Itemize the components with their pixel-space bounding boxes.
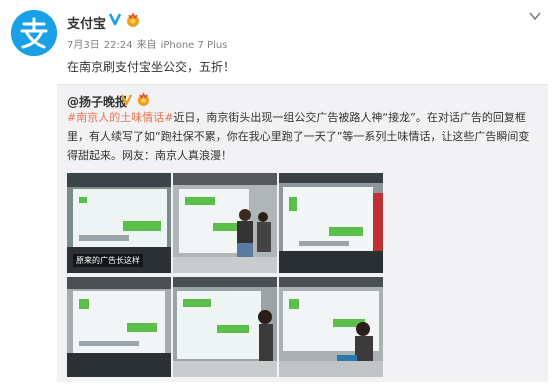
- bus-stop-ad-image: [67, 277, 171, 377]
- verified-v-icon: [108, 13, 122, 26]
- photo-caption: 原来的广告长这样: [73, 254, 143, 267]
- post-device: iPhone 7 Plus: [160, 40, 228, 51]
- photo-grid: 原来的广告长这样: [67, 173, 387, 377]
- photo-thumbnail[interactable]: 原来的广告长这样: [67, 173, 171, 273]
- post-time[interactable]: 22:24: [104, 40, 133, 51]
- photo-thumbnail[interactable]: [67, 277, 171, 377]
- repost-text-line: 里，有人续写了如“跑社保不累，你在我心里跑了一天了”等一系列土味情话，让这些广告…: [67, 130, 530, 143]
- source-prefix: 来自: [136, 40, 157, 51]
- repost-card[interactable]: @扬子晚报 #南京人的土味情话#近日，南京街头出现一组公交广告被路人神“接龙”。…: [57, 84, 548, 382]
- repost-text-line: 得甜起来。网友：南京人真浪漫！: [67, 149, 232, 162]
- weibo-post: 支付宝 7月3日 22:24 来自 iPhone 7 Plus 在南京刷支付宝坐公交，…: [0, 0, 556, 386]
- post-meta: 7月3日 22:24 来自 iPhone 7 Plus: [67, 36, 231, 51]
- repost-text-line: 近日，南京街头出现一组公交广告被路人神“接龙”。在对话广告的回复框: [173, 111, 526, 124]
- account-name[interactable]: 支付宝: [67, 13, 106, 32]
- hashtag-link[interactable]: #南京人的土味情话#: [67, 111, 173, 124]
- photo-thumbnail[interactable]: [173, 277, 277, 377]
- post-text: 在南京刷支付宝坐公交，五折！: [67, 60, 236, 74]
- bus-stop-ad-image: [279, 173, 383, 273]
- post-date[interactable]: 7月3日: [67, 40, 100, 51]
- photo-thumbnail[interactable]: [173, 173, 277, 273]
- verified-v-icon: [120, 94, 133, 106]
- fan-medal-icon[interactable]: [136, 92, 151, 107]
- photo-thumbnail[interactable]: [279, 277, 383, 377]
- bus-stop-ad-image: [279, 277, 383, 377]
- bus-stop-ad-image: [173, 277, 277, 377]
- chevron-down-icon[interactable]: [528, 11, 542, 21]
- repost-text: #南京人的土味情话#近日，南京街头出现一组公交广告被路人神“接龙”。在对话广告的…: [67, 108, 543, 165]
- avatar[interactable]: [11, 10, 57, 56]
- bus-stop-ad-image: [173, 173, 277, 273]
- alipay-logo-icon: [11, 10, 57, 56]
- fan-medal-icon[interactable]: [125, 12, 141, 28]
- photo-thumbnail[interactable]: [279, 173, 383, 273]
